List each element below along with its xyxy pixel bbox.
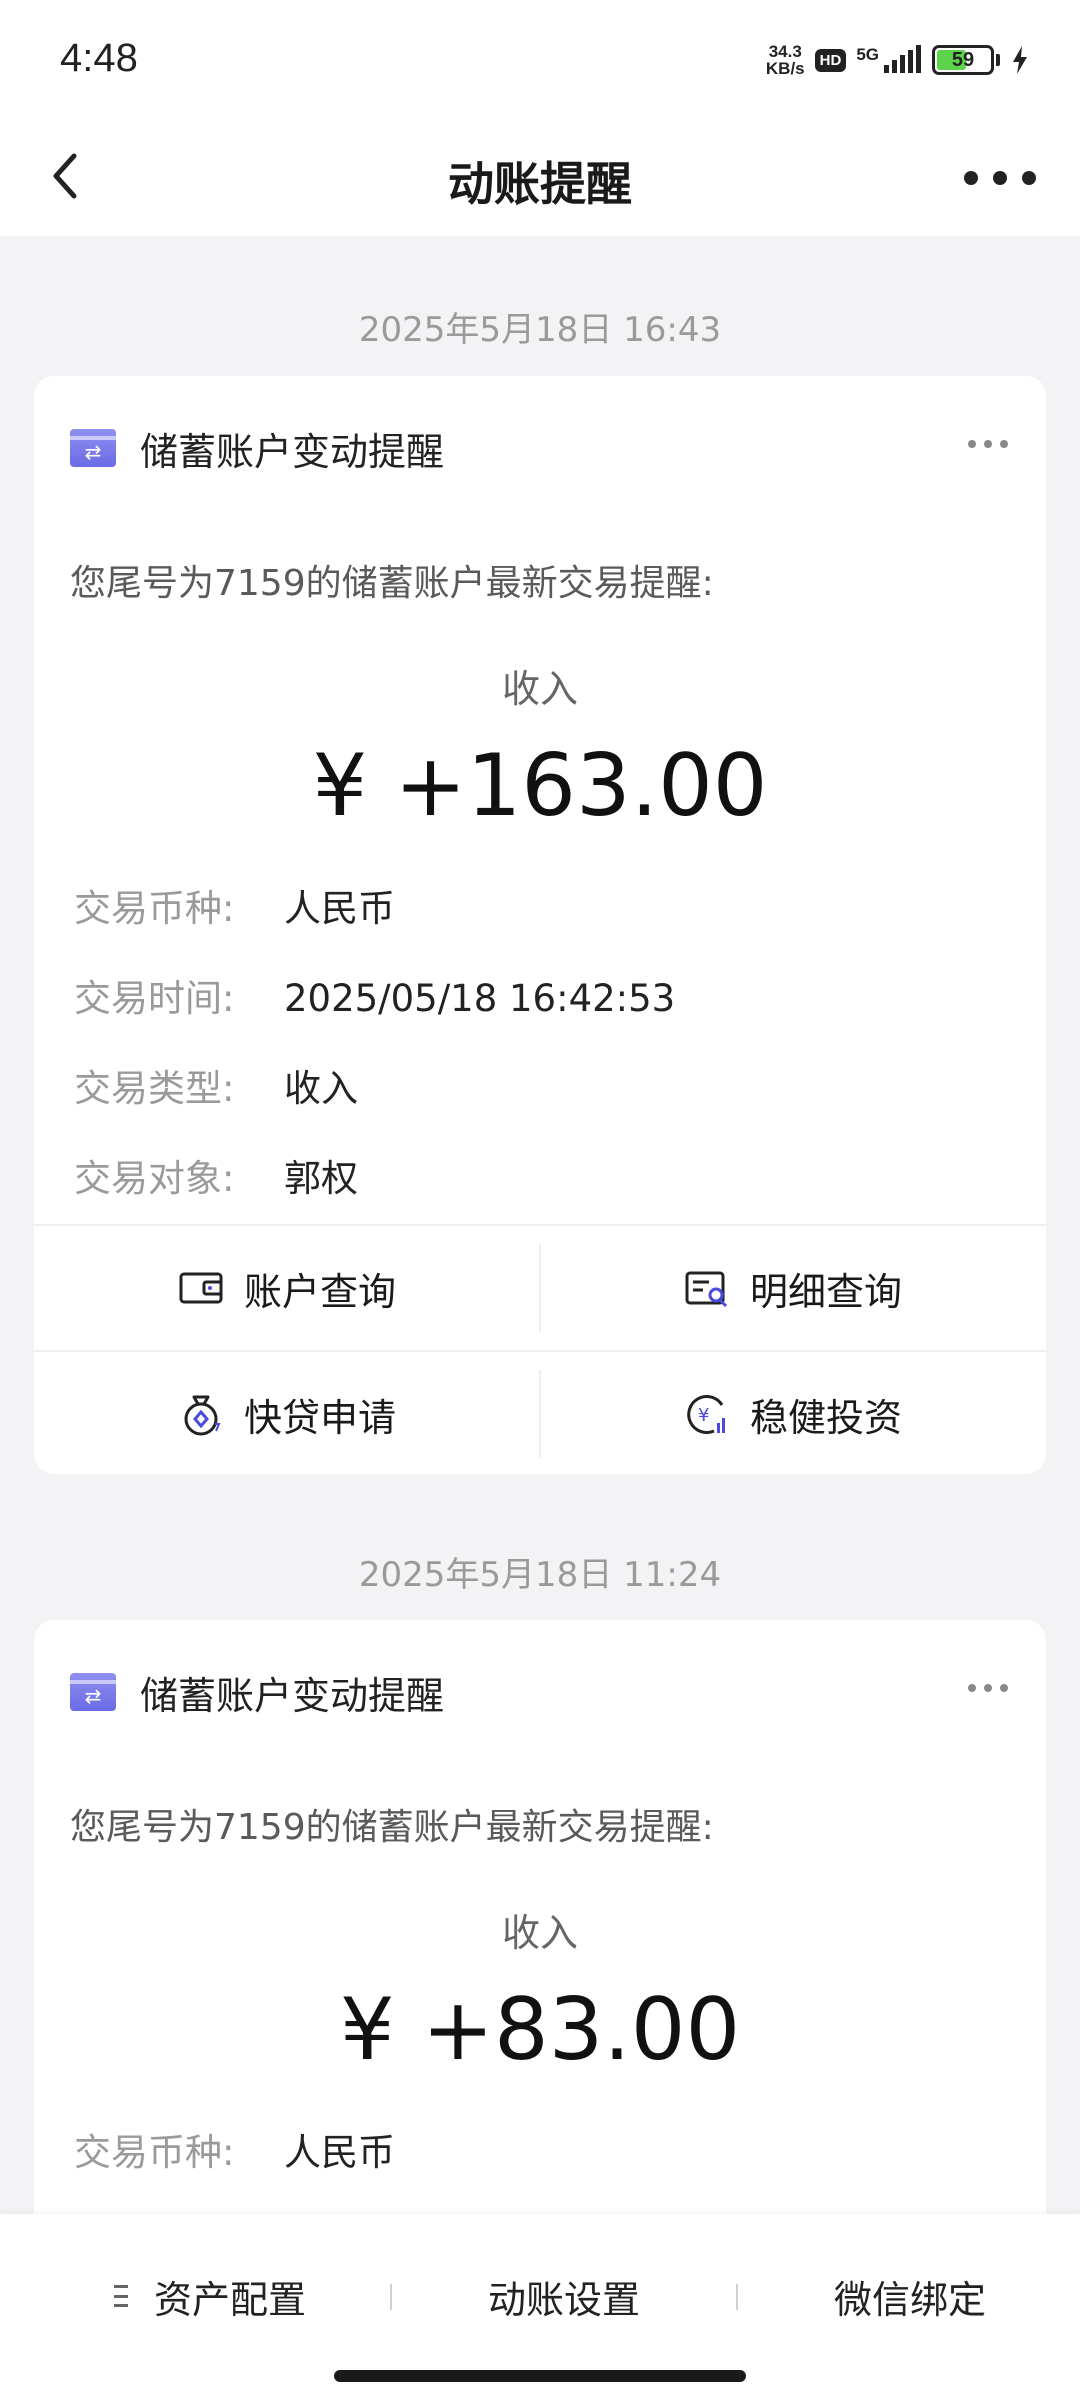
divider: [736, 2284, 738, 2310]
detail-value: 人民币: [284, 2131, 395, 2174]
bottom-item-label: 资产配置: [153, 2277, 306, 2322]
detail-label: 交易时间:: [74, 977, 235, 1020]
page-title: 动账提醒: [448, 157, 632, 211]
detail-label: 交易币种:: [74, 887, 235, 930]
battery-cap: [996, 54, 1000, 66]
action-label: 账户查询: [243, 1269, 396, 1314]
action-grid: 账户查询 明细查询 快贷申请 ¥ 稳健投资: [34, 1224, 1046, 1472]
detail-value: 郭权: [284, 1157, 358, 1200]
statement-search-icon: [685, 1271, 728, 1308]
detail-value: 人民币: [284, 887, 395, 930]
card-more-icon[interactable]: [968, 440, 1008, 450]
transaction-amount: ¥ +83.00: [339, 1980, 741, 2080]
statement-query-button[interactable]: 明细查询: [540, 1226, 1046, 1350]
status-indicators: 34.3 KB/s HD 5G 59: [766, 38, 1030, 82]
signal-label: 5G: [856, 45, 879, 64]
home-indicator[interactable]: [334, 2370, 746, 2382]
detail-label: 交易币种:: [74, 2131, 235, 2174]
card-title: 储蓄账户变动提醒: [140, 429, 445, 474]
divider: [390, 2284, 392, 2310]
card-description: 您尾号为7159的储蓄账户最新交易提醒:: [70, 563, 714, 604]
investment-yuan-icon: ¥: [687, 1395, 725, 1435]
alert-settings-button[interactable]: 动账设置: [414, 2266, 714, 2326]
network-speed-value: 34.3: [768, 42, 802, 61]
detail-row-counterparty: 交易对象: 郭权: [74, 1148, 358, 1200]
account-query-button[interactable]: 账户查询: [34, 1226, 540, 1350]
transfer-card-icon: ⇄: [70, 1673, 116, 1711]
network-speed: 34.3 KB/s: [766, 43, 805, 77]
signal-bars-icon: [884, 45, 921, 73]
menu-lines-icon: [113, 2285, 128, 2307]
hd-icon: HD: [814, 48, 847, 72]
action-row: 账户查询 明细查询: [34, 1226, 1046, 1350]
action-label: 稳健投资: [749, 1395, 902, 1440]
signal-5g-icon: 5G: [856, 45, 922, 75]
detail-row-time: 交易时间: 2025/05/18 16:42:53: [74, 968, 675, 1020]
message-date: 2025年5月18日 16:43: [358, 310, 722, 350]
card-title: 储蓄账户变动提醒: [140, 1673, 445, 1718]
bottom-item-label: 动账设置: [487, 2277, 640, 2322]
transaction-type-label: 收入: [501, 667, 578, 711]
action-row: 快贷申请 ¥ 稳健投资: [34, 1350, 1046, 1474]
detail-value: 收入: [284, 1067, 358, 1110]
card-more-icon[interactable]: [968, 1684, 1008, 1694]
loan-bag-icon: [184, 1395, 221, 1436]
transfer-card-icon: ⇄: [70, 429, 116, 467]
detail-label: 交易类型:: [74, 1067, 235, 1110]
charging-bolt-icon: [1013, 46, 1027, 74]
transaction-card: ⇄ 储蓄账户变动提醒 您尾号为7159的储蓄账户最新交易提醒: 收入 ¥ +16…: [34, 376, 1046, 1474]
asset-allocation-button[interactable]: 资产配置: [60, 2266, 360, 2326]
battery-level: 59: [951, 48, 975, 71]
bottom-item-label: 微信绑定: [833, 2277, 986, 2322]
message-date: 2025年5月18日 11:24: [358, 1555, 722, 1595]
svg-text:¥: ¥: [698, 1405, 709, 1426]
detail-row-currency: 交易币种: 人民币: [74, 878, 395, 930]
nav-bar: 动账提醒: [0, 118, 1080, 236]
detail-row-currency: 交易币种: 人民币: [74, 2122, 395, 2174]
detail-row-type: 交易类型: 收入: [74, 1058, 358, 1110]
quick-loan-button[interactable]: 快贷申请: [34, 1352, 540, 1476]
card-description: 您尾号为7159的储蓄账户最新交易提醒:: [70, 1807, 714, 1848]
transaction-type-label: 收入: [501, 1911, 578, 1955]
transaction-amount: ¥ +163.00: [312, 736, 768, 836]
detail-value: 2025/05/18 16:42:53: [284, 977, 676, 1020]
wechat-binding-button[interactable]: 微信绑定: [760, 2266, 1060, 2326]
network-speed-unit: KB/s: [765, 59, 805, 78]
steady-investment-button[interactable]: ¥ 稳健投资: [540, 1352, 1046, 1476]
status-bar: 4:48 34.3 KB/s HD 5G 59: [0, 0, 1080, 118]
more-dots-icon[interactable]: [964, 158, 1036, 198]
action-label: 快贷申请: [243, 1395, 396, 1440]
action-label: 明细查询: [749, 1269, 902, 1314]
detail-label: 交易对象:: [74, 1157, 235, 1200]
bottom-bar: 资产配置 动账设置 微信绑定: [0, 2214, 1080, 2403]
card-header: ⇄ 储蓄账户变动提醒: [70, 1668, 444, 1718]
card-header: ⇄ 储蓄账户变动提醒: [70, 424, 444, 474]
transaction-card: ⇄ 储蓄账户变动提醒 您尾号为7159的储蓄账户最新交易提醒: 收入 ¥ +83…: [34, 1620, 1046, 2240]
wallet-icon: [179, 1272, 223, 1304]
status-time: 4:48: [60, 36, 138, 80]
battery-icon: 59: [932, 45, 994, 75]
